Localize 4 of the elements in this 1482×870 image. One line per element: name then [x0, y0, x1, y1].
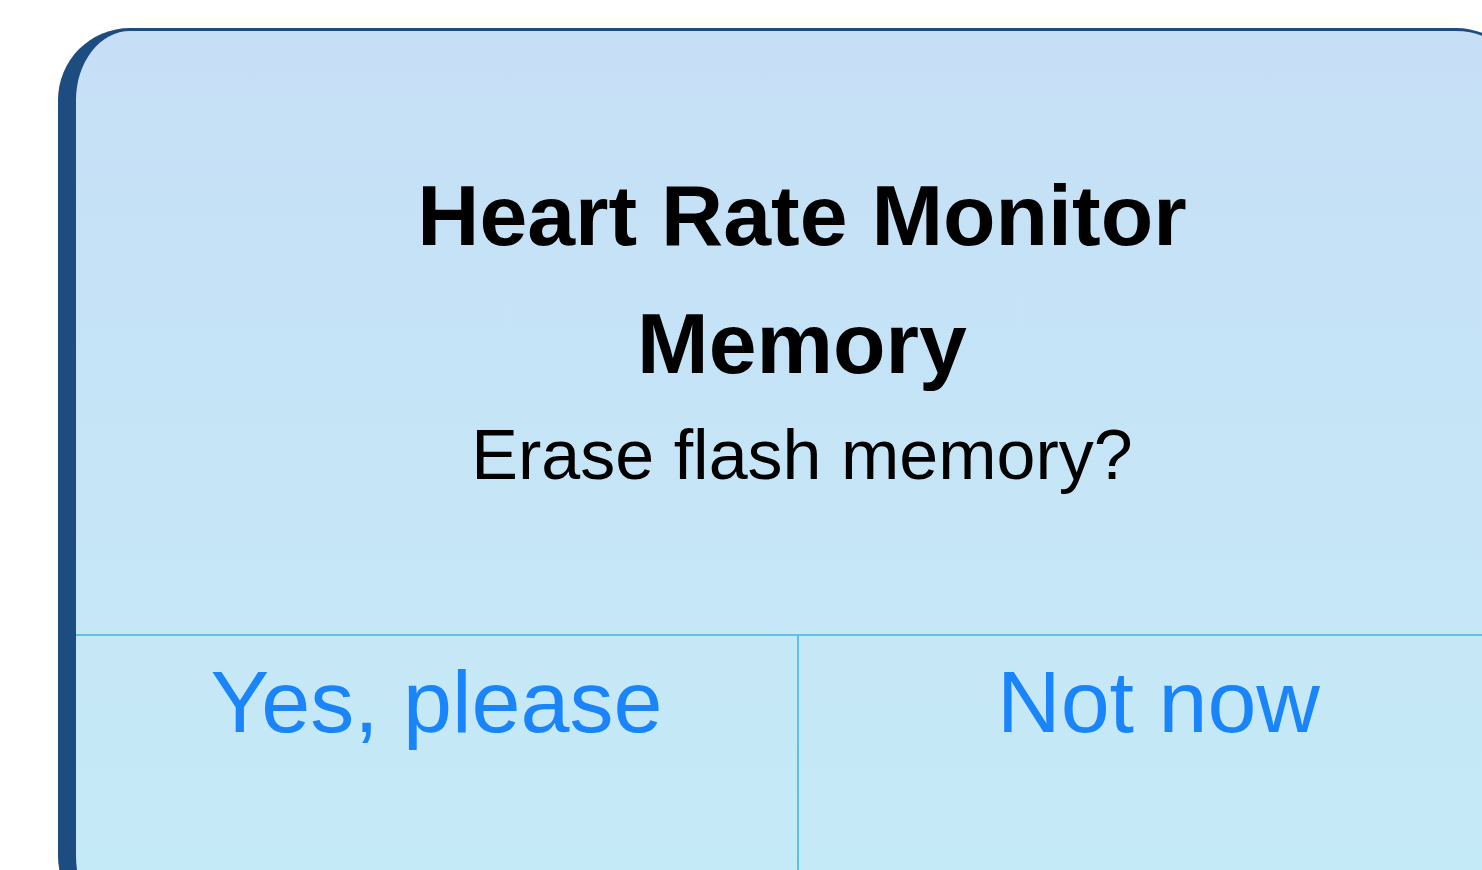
alert-button[interactable]: Not now: [797, 636, 1482, 870]
alert-button[interactable]: Yes, please: [76, 636, 797, 870]
alert-title: Heart Rate Monitor Memory: [416, 166, 1188, 393]
alert-message: Erase flash memory?: [471, 415, 1133, 496]
